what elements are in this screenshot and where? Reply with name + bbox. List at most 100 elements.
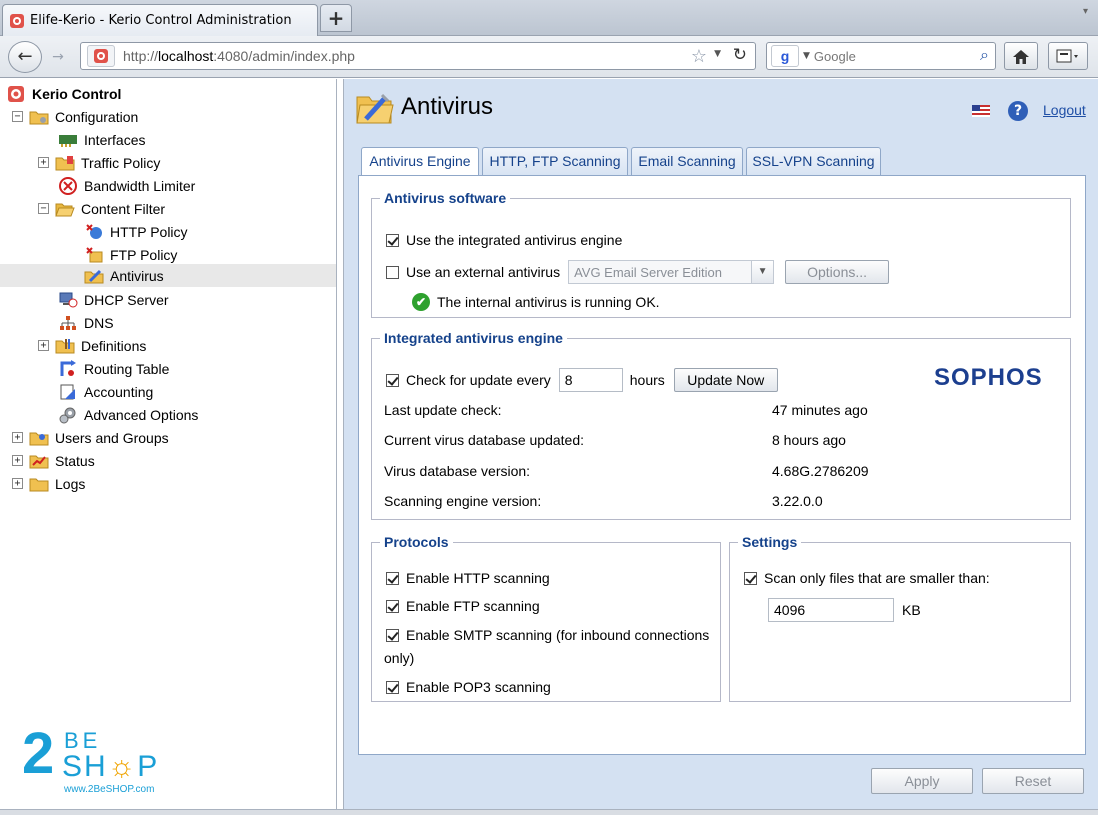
google-icon[interactable]: g xyxy=(771,45,799,67)
tab-antivirus-engine[interactable]: Antivirus Engine xyxy=(361,147,479,176)
ftp-scanning-label: Enable FTP scanning xyxy=(406,598,540,614)
search-bar[interactable]: g ▼ Google ⌕ xyxy=(766,42,996,70)
use-external-checkbox[interactable] xyxy=(386,265,399,279)
url-history-dropdown-icon[interactable]: ▼ xyxy=(714,49,721,59)
pop3-scanning-checkbox[interactable] xyxy=(386,680,399,694)
url-bar[interactable]: http://localhost:4080/admin/index.php ☆ … xyxy=(80,42,756,70)
chevron-down-icon[interactable]: ▼ xyxy=(751,261,774,283)
collapse-icon[interactable]: − xyxy=(38,203,49,214)
pop3-scanning-row: Enable POP3 scanning xyxy=(386,679,551,695)
use-external-label: Use an external antivirus xyxy=(406,264,561,280)
tree-item-interfaces[interactable]: Interfaces xyxy=(58,128,145,151)
tree-item-bandwidth-limiter[interactable]: Bandwidth Limiter xyxy=(58,174,195,197)
tree-item-status[interactable]: + Status xyxy=(12,449,95,472)
status-strip xyxy=(0,809,1098,815)
folder-open-icon xyxy=(55,200,75,218)
size-limit-input[interactable]: 4096 xyxy=(768,598,894,622)
bookmarks-menu-button[interactable] xyxy=(1048,42,1088,70)
expand-icon[interactable]: + xyxy=(12,478,23,489)
tree-item-dhcp-server[interactable]: DHCP Server xyxy=(58,288,169,311)
logs-icon xyxy=(29,475,49,493)
integrated-engine-group: Integrated antivirus engine Check for up… xyxy=(371,330,1071,520)
check-update-row: Check for update every 8 hours Update No… xyxy=(386,368,778,392)
info-value: 4.68G.2786209 xyxy=(772,463,869,479)
tree-item-antivirus[interactable]: Antivirus xyxy=(0,264,336,287)
protocols-legend: Protocols xyxy=(384,534,449,550)
update-now-button[interactable]: Update Now xyxy=(673,368,778,392)
use-external-row: Use an external antivirus AVG Email Serv… xyxy=(386,260,890,284)
tree-item-definitions[interactable]: + Definitions xyxy=(38,334,146,357)
home-icon xyxy=(1013,49,1029,64)
site-identity-icon[interactable] xyxy=(87,45,115,67)
scan-size-limit-checkbox[interactable] xyxy=(744,571,757,585)
info-value: 3.22.0.0 xyxy=(772,493,823,509)
ftp-scanning-checkbox[interactable] xyxy=(386,599,399,613)
definitions-icon xyxy=(55,337,75,355)
tab-list-icon[interactable]: ▾ xyxy=(1083,6,1088,17)
collapse-icon[interactable]: − xyxy=(12,111,23,122)
forward-button[interactable]: → xyxy=(46,47,70,67)
antivirus-software-legend: Antivirus software xyxy=(384,190,507,206)
advanced-options-icon xyxy=(58,406,78,424)
bookmark-star-icon[interactable]: ☆ xyxy=(691,46,707,67)
2beshop-logo: 2 BE SH☼P www.2BeSHOP.com xyxy=(22,721,160,795)
update-hours-input[interactable]: 8 xyxy=(558,368,623,392)
tab-http-ftp-scanning[interactable]: HTTP, FTP Scanning xyxy=(482,147,628,175)
antivirus-software-group: Antivirus software Use the integrated an… xyxy=(371,190,1071,318)
tree-item-http-policy[interactable]: HTTP Policy xyxy=(84,220,188,243)
search-icon[interactable]: ⌕ xyxy=(980,45,989,65)
browser-tab-bar: Elife-Kerio - Kerio Control Administrati… xyxy=(0,0,1098,36)
reset-button[interactable]: Reset xyxy=(982,768,1084,794)
kerio-logo-icon xyxy=(6,85,26,103)
reload-icon[interactable]: ↻ xyxy=(733,45,747,65)
http-scanning-checkbox[interactable] xyxy=(386,571,399,585)
tree-item-dns[interactable]: DNS xyxy=(58,311,114,334)
logout-link[interactable]: Logout xyxy=(1043,102,1086,118)
smtp-scanning-label: Enable SMTP scanning (for inbound connec… xyxy=(406,627,710,643)
expand-icon[interactable]: + xyxy=(12,432,23,443)
new-tab-button[interactable]: + xyxy=(320,4,352,32)
check-update-checkbox[interactable] xyxy=(386,373,399,387)
url-text[interactable]: http://localhost:4080/admin/index.php xyxy=(123,48,355,64)
browser-tab[interactable]: Elife-Kerio - Kerio Control Administrati… xyxy=(2,4,318,36)
tab-ssl-vpn-scanning[interactable]: SSL-VPN Scanning xyxy=(746,147,881,175)
expand-icon[interactable]: + xyxy=(38,157,49,168)
bandwidth-limiter-icon xyxy=(58,176,78,195)
external-antivirus-select[interactable]: AVG Email Server Edition ▼ xyxy=(568,260,775,284)
tree-item-configuration[interactable]: − Configuration xyxy=(12,105,138,128)
tab-email-scanning[interactable]: Email Scanning xyxy=(631,147,743,175)
scan-size-limit-label: Scan only files that are smaller than: xyxy=(764,570,990,586)
info-label: Virus database version: xyxy=(384,463,531,479)
tree-item-routing-table[interactable]: Routing Table xyxy=(58,357,169,380)
us-flag-icon[interactable] xyxy=(972,105,990,117)
expand-icon[interactable]: + xyxy=(38,340,49,351)
page-title: Antivirus xyxy=(401,93,494,120)
info-value: 8 hours ago xyxy=(772,432,846,448)
tree-item-users-and-groups[interactable]: + Users and Groups xyxy=(12,426,169,449)
network-card-icon xyxy=(58,131,78,149)
antivirus-header-icon xyxy=(356,93,394,124)
home-button[interactable] xyxy=(1004,42,1038,70)
tree-item-traffic-policy[interactable]: + Traffic Policy xyxy=(38,151,160,174)
antivirus-icon xyxy=(84,267,104,285)
expand-icon[interactable]: + xyxy=(12,455,23,466)
tree-item-logs[interactable]: + Logs xyxy=(12,472,85,495)
smtp-scanning-row: Enable SMTP scanning (for inbound connec… xyxy=(386,627,709,643)
help-icon[interactable]: ? xyxy=(1008,101,1028,121)
smtp-scanning-checkbox[interactable] xyxy=(386,628,399,642)
apply-button[interactable]: Apply xyxy=(871,768,973,794)
kerio-favicon-icon xyxy=(10,13,24,28)
tree-item-accounting[interactable]: Accounting xyxy=(58,380,153,403)
use-integrated-checkbox[interactable] xyxy=(386,233,399,247)
tree-root-kerio-control[interactable]: Kerio Control xyxy=(6,82,121,105)
tree-item-advanced-options[interactable]: Advanced Options xyxy=(58,403,198,426)
users-groups-icon xyxy=(29,429,49,447)
use-integrated-label: Use the integrated antivirus engine xyxy=(406,232,623,248)
back-button[interactable]: ← xyxy=(8,41,42,73)
search-engine-dropdown-icon[interactable]: ▼ xyxy=(803,51,810,61)
antivirus-status-row: ✔ The internal antivirus is running OK. xyxy=(412,293,660,311)
tree-item-ftp-policy[interactable]: FTP Policy xyxy=(84,243,177,266)
options-button[interactable]: Options... xyxy=(785,260,890,284)
http-scanning-row: Enable HTTP scanning xyxy=(386,570,550,586)
tree-item-content-filter[interactable]: − Content Filter xyxy=(38,197,165,220)
